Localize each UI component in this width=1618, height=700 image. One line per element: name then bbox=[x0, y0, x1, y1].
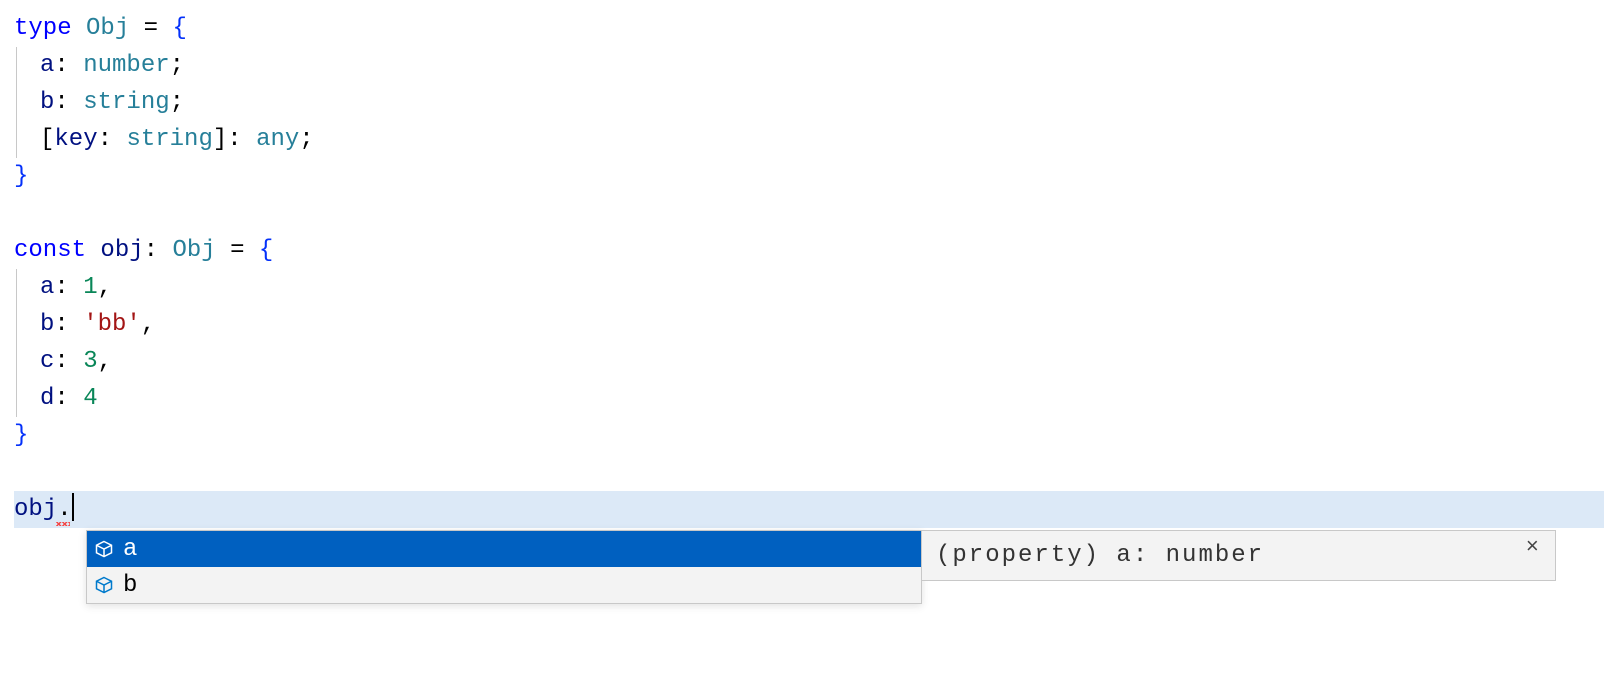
code-token: : bbox=[54, 311, 83, 338]
code-token: : bbox=[54, 89, 83, 116]
code-token: 4 bbox=[83, 385, 97, 412]
field-icon bbox=[93, 538, 115, 560]
code-token: Obj bbox=[172, 237, 215, 264]
code-token: [ bbox=[40, 126, 54, 153]
code-token: a bbox=[40, 274, 54, 301]
code-token: c bbox=[40, 348, 54, 375]
indent-guide bbox=[16, 306, 17, 343]
code-token: , bbox=[141, 311, 155, 338]
error-squiggle bbox=[56, 522, 70, 526]
indent-guide bbox=[16, 47, 17, 84]
code-token: obj bbox=[100, 237, 143, 264]
indent-guide bbox=[16, 343, 17, 380]
code-token: a bbox=[40, 52, 54, 79]
code-token: any bbox=[256, 126, 299, 153]
code-token: , bbox=[98, 348, 112, 375]
code-token: : bbox=[54, 52, 83, 79]
code-token: ; bbox=[299, 126, 313, 153]
active-code-line[interactable]: obj. bbox=[14, 491, 1604, 528]
code-line[interactable]: } bbox=[14, 417, 1604, 454]
code-token: : bbox=[54, 274, 83, 301]
code-editor[interactable]: type Obj = {a: number;b: string;[key: st… bbox=[14, 10, 1604, 528]
code-line[interactable]: const obj: Obj = { bbox=[14, 232, 1604, 269]
code-token: : bbox=[98, 126, 127, 153]
suggestion-detail-panel: (property) a: number × bbox=[921, 530, 1556, 581]
indent-guide bbox=[16, 380, 17, 417]
code-token: 3 bbox=[83, 348, 97, 375]
code-line[interactable]: a: number; bbox=[14, 47, 1604, 84]
code-token: b bbox=[40, 311, 54, 338]
code-token: . bbox=[57, 496, 71, 523]
code-token: { bbox=[172, 15, 186, 42]
close-icon[interactable]: × bbox=[1522, 537, 1543, 559]
code-token: key bbox=[54, 126, 97, 153]
code-token: ] bbox=[213, 126, 227, 153]
code-line[interactable]: [key: string]: any; bbox=[14, 121, 1604, 158]
code-token: string bbox=[83, 89, 169, 116]
indent-guide bbox=[16, 121, 17, 158]
code-token: b bbox=[40, 89, 54, 116]
text-cursor bbox=[72, 493, 74, 521]
code-line[interactable] bbox=[14, 454, 1604, 491]
code-line[interactable]: type Obj = { bbox=[14, 10, 1604, 47]
code-token: = bbox=[129, 15, 172, 42]
code-line[interactable]: b: string; bbox=[14, 84, 1604, 121]
code-token: , bbox=[98, 274, 112, 301]
indent-guide bbox=[16, 84, 17, 121]
field-icon bbox=[93, 574, 115, 596]
suggestion-label: a bbox=[123, 531, 137, 568]
code-token: : bbox=[227, 126, 256, 153]
suggestion-item[interactable]: b bbox=[87, 567, 921, 603]
code-line[interactable]: d: 4 bbox=[14, 380, 1604, 417]
code-token: 1 bbox=[83, 274, 97, 301]
intellisense-popup[interactable]: ab (property) a: number × bbox=[86, 530, 922, 604]
code-line[interactable]: b: 'bb', bbox=[14, 306, 1604, 343]
code-token: Obj bbox=[86, 15, 129, 42]
code-line[interactable]: a: 1, bbox=[14, 269, 1604, 306]
code-line[interactable] bbox=[14, 195, 1604, 232]
code-token: : bbox=[54, 385, 83, 412]
code-token: ; bbox=[170, 52, 184, 79]
code-token: } bbox=[14, 422, 28, 449]
code-token: number bbox=[83, 52, 169, 79]
code-token: string bbox=[126, 126, 212, 153]
suggestion-detail-text: (property) a: number bbox=[936, 537, 1264, 574]
indent-guide bbox=[16, 269, 17, 306]
code-token: type bbox=[14, 15, 86, 42]
code-line[interactable]: } bbox=[14, 158, 1604, 195]
code-token: obj bbox=[14, 496, 57, 523]
code-line[interactable]: c: 3, bbox=[14, 343, 1604, 380]
code-token: const bbox=[14, 237, 100, 264]
code-token: : bbox=[144, 237, 173, 264]
code-token: : bbox=[54, 348, 83, 375]
code-token: = bbox=[216, 237, 259, 264]
code-token: } bbox=[14, 163, 28, 190]
code-token: 'bb' bbox=[83, 311, 141, 338]
suggestion-label: b bbox=[123, 567, 137, 604]
code-token: { bbox=[259, 237, 273, 264]
suggestion-item[interactable]: a bbox=[87, 531, 921, 567]
code-token: ; bbox=[170, 89, 184, 116]
code-token: d bbox=[40, 385, 54, 412]
